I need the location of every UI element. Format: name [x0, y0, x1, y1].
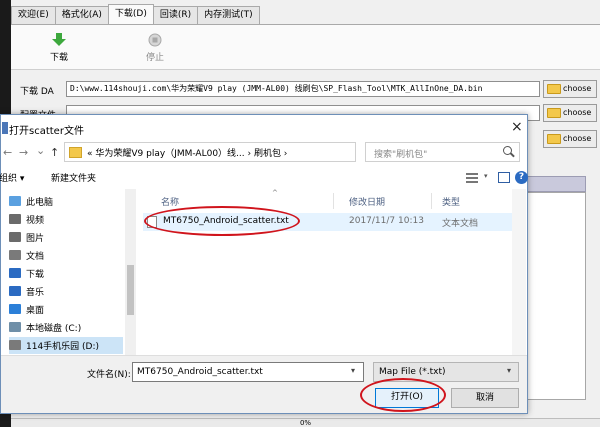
nav-item-label: 音乐: [26, 288, 45, 298]
chevron-down-icon[interactable]: ▾: [507, 366, 511, 375]
choose-label: choose: [563, 84, 592, 93]
download-icon: [9, 268, 21, 278]
file-type: 文本文档: [442, 219, 479, 229]
folder-icon: [69, 147, 82, 158]
main-tabs: 欢迎(E) 格式化(A) 下载(D) 回读(R) 内存测试(T): [11, 4, 260, 24]
tab-format[interactable]: 格式化(A): [54, 6, 109, 24]
recent-locations-icon[interactable]: ⌄: [36, 144, 45, 157]
file-name: MT6750_Android_scatter.txt: [163, 216, 289, 226]
navigation-pane: 此电脑 视频 图片 文档 下载 音乐 桌面 本地磁盘 (C:) 114手机乐园 …: [1, 189, 137, 355]
folder-icon: [547, 108, 561, 118]
dialog-bottom-bar: 文件名(N): MT6750_Android_scatter.txt ▾ Map…: [1, 355, 527, 413]
tab-welcome[interactable]: 欢迎(E): [11, 6, 56, 24]
column-divider[interactable]: [431, 193, 432, 209]
stop-label: 停止: [145, 53, 164, 63]
nav-item-label: 桌面: [26, 306, 45, 316]
file-list-pane: ^ 名称 修改日期 类型 MT6750_Android_scatter.txt …: [137, 189, 527, 355]
nav-scrollbar[interactable]: [125, 189, 136, 355]
progress-bar: 0%: [11, 418, 600, 427]
nav-item-label: 下载: [26, 270, 45, 280]
help-icon[interactable]: ?: [515, 171, 528, 184]
dialog-app-icon: [2, 122, 8, 134]
up-arrow-icon[interactable]: ↑: [50, 146, 59, 159]
organize-button[interactable]: 组织 ▾: [0, 171, 24, 184]
choose-auth-button[interactable]: choose: [543, 130, 597, 148]
scrollbar-thumb[interactable]: [127, 265, 134, 315]
drive-icon: [9, 322, 21, 332]
address-overflow-icon[interactable]: «: [87, 149, 93, 159]
filename-value: MT6750_Android_scatter.txt: [137, 367, 263, 377]
file-scrollbar[interactable]: [512, 189, 526, 355]
file-row[interactable]: MT6750_Android_scatter.txt 2017/11/7 10:…: [143, 213, 521, 231]
column-name[interactable]: 名称: [161, 195, 179, 208]
music-icon: [9, 286, 21, 296]
toolbar: 下载 停止: [11, 24, 600, 70]
nav-item-drive-d[interactable]: 114手机乐园 (D:): [9, 337, 123, 354]
back-arrow-icon[interactable]: ←: [3, 146, 12, 159]
close-icon[interactable]: ×: [511, 119, 523, 135]
download-label: 下载: [49, 53, 68, 63]
file-modified: 2017/11/7 10:13: [349, 216, 424, 226]
file-type-select[interactable]: Map File (*.txt) ▾: [373, 362, 519, 382]
tab-memory-test[interactable]: 内存测试(T): [197, 6, 260, 24]
text-file-icon: [147, 216, 157, 228]
stop-button[interactable]: 停止: [135, 33, 175, 63]
stop-icon: [148, 33, 162, 47]
folder-icon: [547, 134, 561, 144]
nav-item-label: 此电脑: [26, 198, 54, 208]
nav-item-label: 114手机乐园 (D:): [26, 342, 100, 352]
cancel-button[interactable]: 取消: [451, 388, 519, 408]
address-path: « 华为荣耀V9 play（JMM-AL00）线... › 刷机包 ›: [87, 146, 287, 159]
download-agent-path[interactable]: D:\www.114shouji.com\华为荣耀V9 play (JMM-AL…: [66, 81, 540, 97]
address-bar-row: ← → ⌄ ↑ « 华为荣耀V9 play（JMM-AL00）线... › 刷机…: [1, 141, 527, 165]
file-type-value: Map File (*.txt): [379, 367, 446, 377]
chevron-down-icon[interactable]: ▾: [351, 366, 355, 375]
tab-readback[interactable]: 回读(R): [152, 6, 199, 24]
open-button[interactable]: 打开(O): [375, 388, 439, 408]
open-scatter-dialog: 打开scatter文件 × ← → ⌄ ↑ « 华为荣耀V9 play（JMM-…: [0, 114, 528, 414]
desktop-icon: [9, 304, 21, 314]
choose-scatter-button[interactable]: choose: [543, 104, 597, 122]
choose-da-button[interactable]: choose: [543, 80, 597, 98]
document-icon: [9, 250, 21, 260]
download-agent-label: 下载 DA: [20, 87, 54, 97]
chevron-down-icon[interactable]: ▾: [484, 172, 488, 180]
nav-item-label: 图片: [26, 234, 45, 244]
search-icon: [503, 146, 512, 155]
picture-icon: [9, 232, 21, 242]
column-type[interactable]: 类型: [442, 195, 460, 208]
nav-item-label: 视频: [26, 216, 45, 226]
view-options-icon[interactable]: [466, 173, 478, 183]
download-button[interactable]: 下载: [39, 33, 79, 63]
forward-arrow-icon[interactable]: →: [19, 146, 28, 159]
filename-label: 文件名(N):: [87, 370, 131, 380]
new-folder-button[interactable]: 新建文件夹: [51, 171, 96, 184]
column-divider[interactable]: [333, 193, 334, 209]
filename-input[interactable]: MT6750_Android_scatter.txt ▾: [132, 362, 364, 382]
drive-icon: [9, 340, 21, 350]
tab-download[interactable]: 下载(D): [107, 4, 154, 24]
computer-icon: [9, 196, 21, 206]
nav-item-label: 本地磁盘 (C:): [26, 324, 82, 334]
dialog-titlebar: 打开scatter文件 ×: [1, 115, 527, 141]
video-icon: [9, 214, 21, 224]
folder-icon: [547, 84, 561, 94]
command-bar: 组织 ▾ 新建文件夹 ▾ ?: [0, 165, 528, 189]
search-input[interactable]: 搜索"刷机包": [365, 142, 520, 162]
address-segments[interactable]: 华为荣耀V9 play（JMM-AL00）线... › 刷机包 ›: [95, 149, 287, 159]
dialog-title: 打开scatter文件: [9, 126, 84, 137]
preview-pane-icon[interactable]: [498, 172, 510, 183]
choose-label: choose: [563, 108, 592, 117]
search-placeholder: 搜索"刷机包": [374, 150, 428, 160]
nav-item-label: 文档: [26, 252, 45, 262]
download-arrow-icon: [52, 33, 66, 46]
choose-label: choose: [563, 134, 592, 143]
address-box[interactable]: « 华为荣耀V9 play（JMM-AL00）线... › 刷机包 › ▾ ⟳: [64, 142, 415, 162]
sort-ascending-icon: ^: [272, 189, 278, 197]
column-modified[interactable]: 修改日期: [349, 195, 385, 208]
